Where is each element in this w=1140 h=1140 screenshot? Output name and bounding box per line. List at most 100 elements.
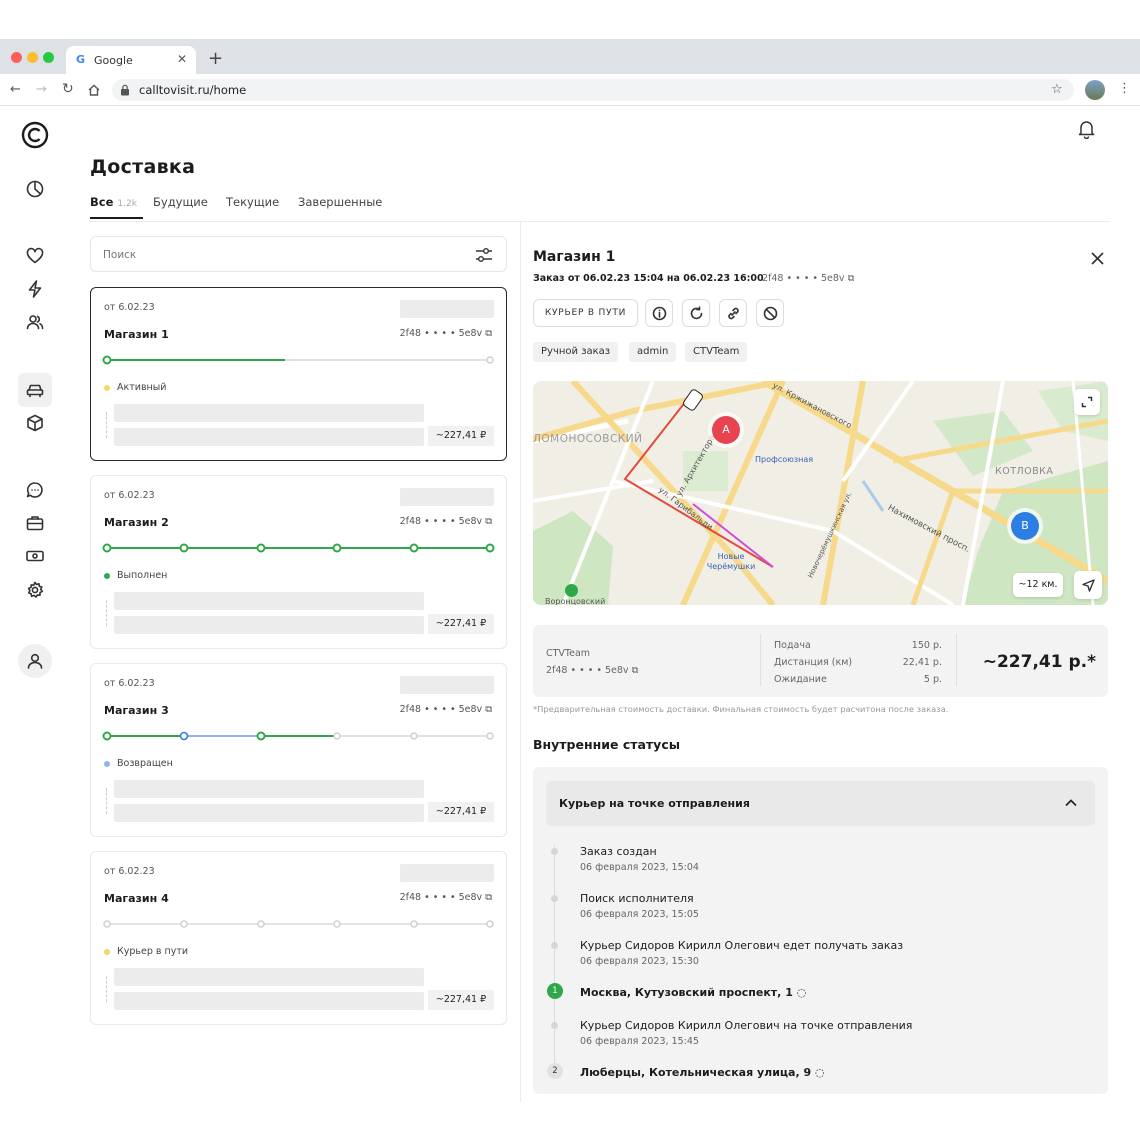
heart-icon[interactable] <box>22 243 48 269</box>
placeholder-block <box>114 616 424 634</box>
package-icon[interactable] <box>22 410 48 436</box>
copy-icon[interactable]: ⧉ <box>632 665 639 676</box>
analytics-pie-icon[interactable] <box>22 176 48 202</box>
order-card[interactable]: от 6.02.23 Магазин 1 2f48 • • • • 5e8v ⧉… <box>90 287 507 461</box>
copy-icon[interactable]: ⧉ <box>485 892 492 903</box>
url-bar[interactable]: calltovisit.ru/home <box>112 79 1074 101</box>
timeline-address-text: Москва, Кутузовский проспект, 1 <box>580 986 793 999</box>
placeholder-block <box>114 404 424 422</box>
detail-id: 2f48 • • • • 5e8v ⧉ <box>762 273 854 284</box>
marker-a[interactable]: A <box>712 416 740 444</box>
park-pin-icon <box>565 584 578 597</box>
comment-icon[interactable]: ◌ <box>815 1066 825 1079</box>
window-maximize-dot[interactable] <box>43 52 54 63</box>
profile-avatar[interactable] <box>1085 80 1105 100</box>
summary-total: ~227,41 р.* <box>982 652 1096 672</box>
summary-row-value: 22,41 р. <box>902 657 942 668</box>
info-button[interactable] <box>645 299 673 327</box>
status-label: Курьер в пути <box>117 946 189 957</box>
tab-all-count: 1.2k <box>117 199 137 209</box>
route-dashes <box>106 788 107 814</box>
close-icon[interactable]: ✕ <box>177 52 187 66</box>
order-card[interactable]: от 6.02.23 Магазин 4 2f48 • • • • 5e8v ⧉… <box>90 851 507 1025</box>
copy-icon[interactable]: ⧉ <box>485 328 492 339</box>
copy-icon[interactable]: ⧉ <box>485 704 492 715</box>
app-logo-icon[interactable] <box>21 121 49 149</box>
timeline-dot <box>551 1022 558 1029</box>
placeholder-block <box>400 300 494 318</box>
filter-sliders-icon[interactable] <box>475 247 493 263</box>
order-progress-track <box>103 920 494 928</box>
summary-divider <box>956 634 957 686</box>
refresh-icon <box>690 305 702 319</box>
briefcase-icon[interactable] <box>22 510 48 536</box>
locate-button[interactable] <box>1074 571 1102 599</box>
browser-tab[interactable]: G Google ✕ <box>66 46 196 74</box>
status-dot <box>104 385 110 391</box>
new-tab-button[interactable]: + <box>208 48 223 69</box>
order-id-text: 2f48 • • • • 5e8v <box>399 704 483 715</box>
window-minimize-dot[interactable] <box>27 52 38 63</box>
price-disclaimer: *Предварительная стоимость доставки. Фин… <box>533 704 949 714</box>
bookmark-star-icon[interactable]: ☆ <box>1051 82 1063 97</box>
link-button[interactable] <box>719 299 747 327</box>
route-dashes <box>106 412 107 438</box>
browser-menu-icon[interactable]: ⋮ <box>1118 81 1131 96</box>
back-icon[interactable]: ← <box>10 82 21 97</box>
chat-icon[interactable] <box>22 477 48 503</box>
order-progress-track <box>102 543 495 553</box>
timeline-address: Москва, Кутузовский проспект, 1 ◌ <box>580 986 806 999</box>
accordion-title: Курьер на точке отправления <box>559 797 750 810</box>
active-tab-underline <box>90 217 143 219</box>
placeholder-block <box>114 592 424 610</box>
timeline-title: Курьер Сидоров Кирилл Олегович едет полу… <box>580 939 904 952</box>
copy-icon[interactable]: ⧉ <box>848 273 855 284</box>
search-input[interactable] <box>103 246 443 264</box>
order-name: Магазин 3 <box>104 704 169 717</box>
summary-row-value: 150 р. <box>911 640 942 651</box>
settings-gear-icon[interactable] <box>22 577 48 603</box>
route-dashes <box>106 976 107 1002</box>
status-dot <box>104 573 110 579</box>
distance-badge: ~12 км. <box>1013 573 1063 597</box>
placeholder-block <box>114 804 424 822</box>
marker-b[interactable]: B <box>1011 512 1039 540</box>
comment-icon[interactable]: ◌ <box>797 986 807 999</box>
tab-all[interactable]: Все 1.2k <box>90 195 137 209</box>
close-icon[interactable] <box>1090 251 1105 266</box>
route-map[interactable]: ЛОМОНОСОВСКИЙ Профсоюзная Новые Черёмушк… <box>533 381 1108 605</box>
lightning-icon[interactable] <box>22 276 48 302</box>
status-label: Возвращен <box>117 758 173 769</box>
expand-map-button[interactable] <box>1074 389 1100 415</box>
map-label: Воронцовский <box>545 597 606 605</box>
order-card[interactable]: от 6.02.23 Магазин 3 2f48 • • • • 5e8v ⧉… <box>90 663 507 837</box>
summary-row-label: Дистанция (км) <box>774 657 853 668</box>
order-name: Магазин 2 <box>104 516 169 529</box>
tab-future[interactable]: Будущие <box>153 195 208 209</box>
placeholder-block <box>114 428 424 446</box>
copy-icon[interactable]: ⧉ <box>485 516 492 527</box>
window-close-dot[interactable] <box>11 52 22 63</box>
bell-icon[interactable] <box>1077 119 1096 139</box>
placeholder-block <box>114 968 424 986</box>
users-icon[interactable] <box>22 309 48 335</box>
map-label: Профсоюзная <box>755 455 814 464</box>
map-label: КОТЛОВКА <box>995 466 1054 477</box>
status-dot <box>104 949 110 955</box>
cancel-order-button[interactable] <box>756 299 784 327</box>
statuses-accordion-header[interactable]: Курьер на точке отправления <box>546 781 1095 826</box>
money-icon[interactable] <box>22 543 48 569</box>
home-icon[interactable] <box>87 83 101 97</box>
column-divider <box>520 222 521 1102</box>
placeholder-block <box>114 992 424 1010</box>
order-card[interactable]: от 6.02.23 Магазин 2 2f48 • • • • 5e8v ⧉… <box>90 475 507 649</box>
chevron-up-icon[interactable] <box>1065 798 1077 808</box>
forward-icon[interactable]: → <box>36 82 47 97</box>
refresh-button[interactable] <box>682 299 710 327</box>
tab-completed[interactable]: Завершенные <box>298 195 382 209</box>
reload-icon[interactable]: ↻ <box>62 81 74 97</box>
car-icon[interactable] <box>22 377 48 403</box>
courier-status-button[interactable]: КУРЬЕР В ПУТИ <box>533 299 638 327</box>
order-id-text: 2f48 • • • • 5e8v <box>399 328 483 339</box>
tab-current[interactable]: Текущие <box>226 195 279 209</box>
